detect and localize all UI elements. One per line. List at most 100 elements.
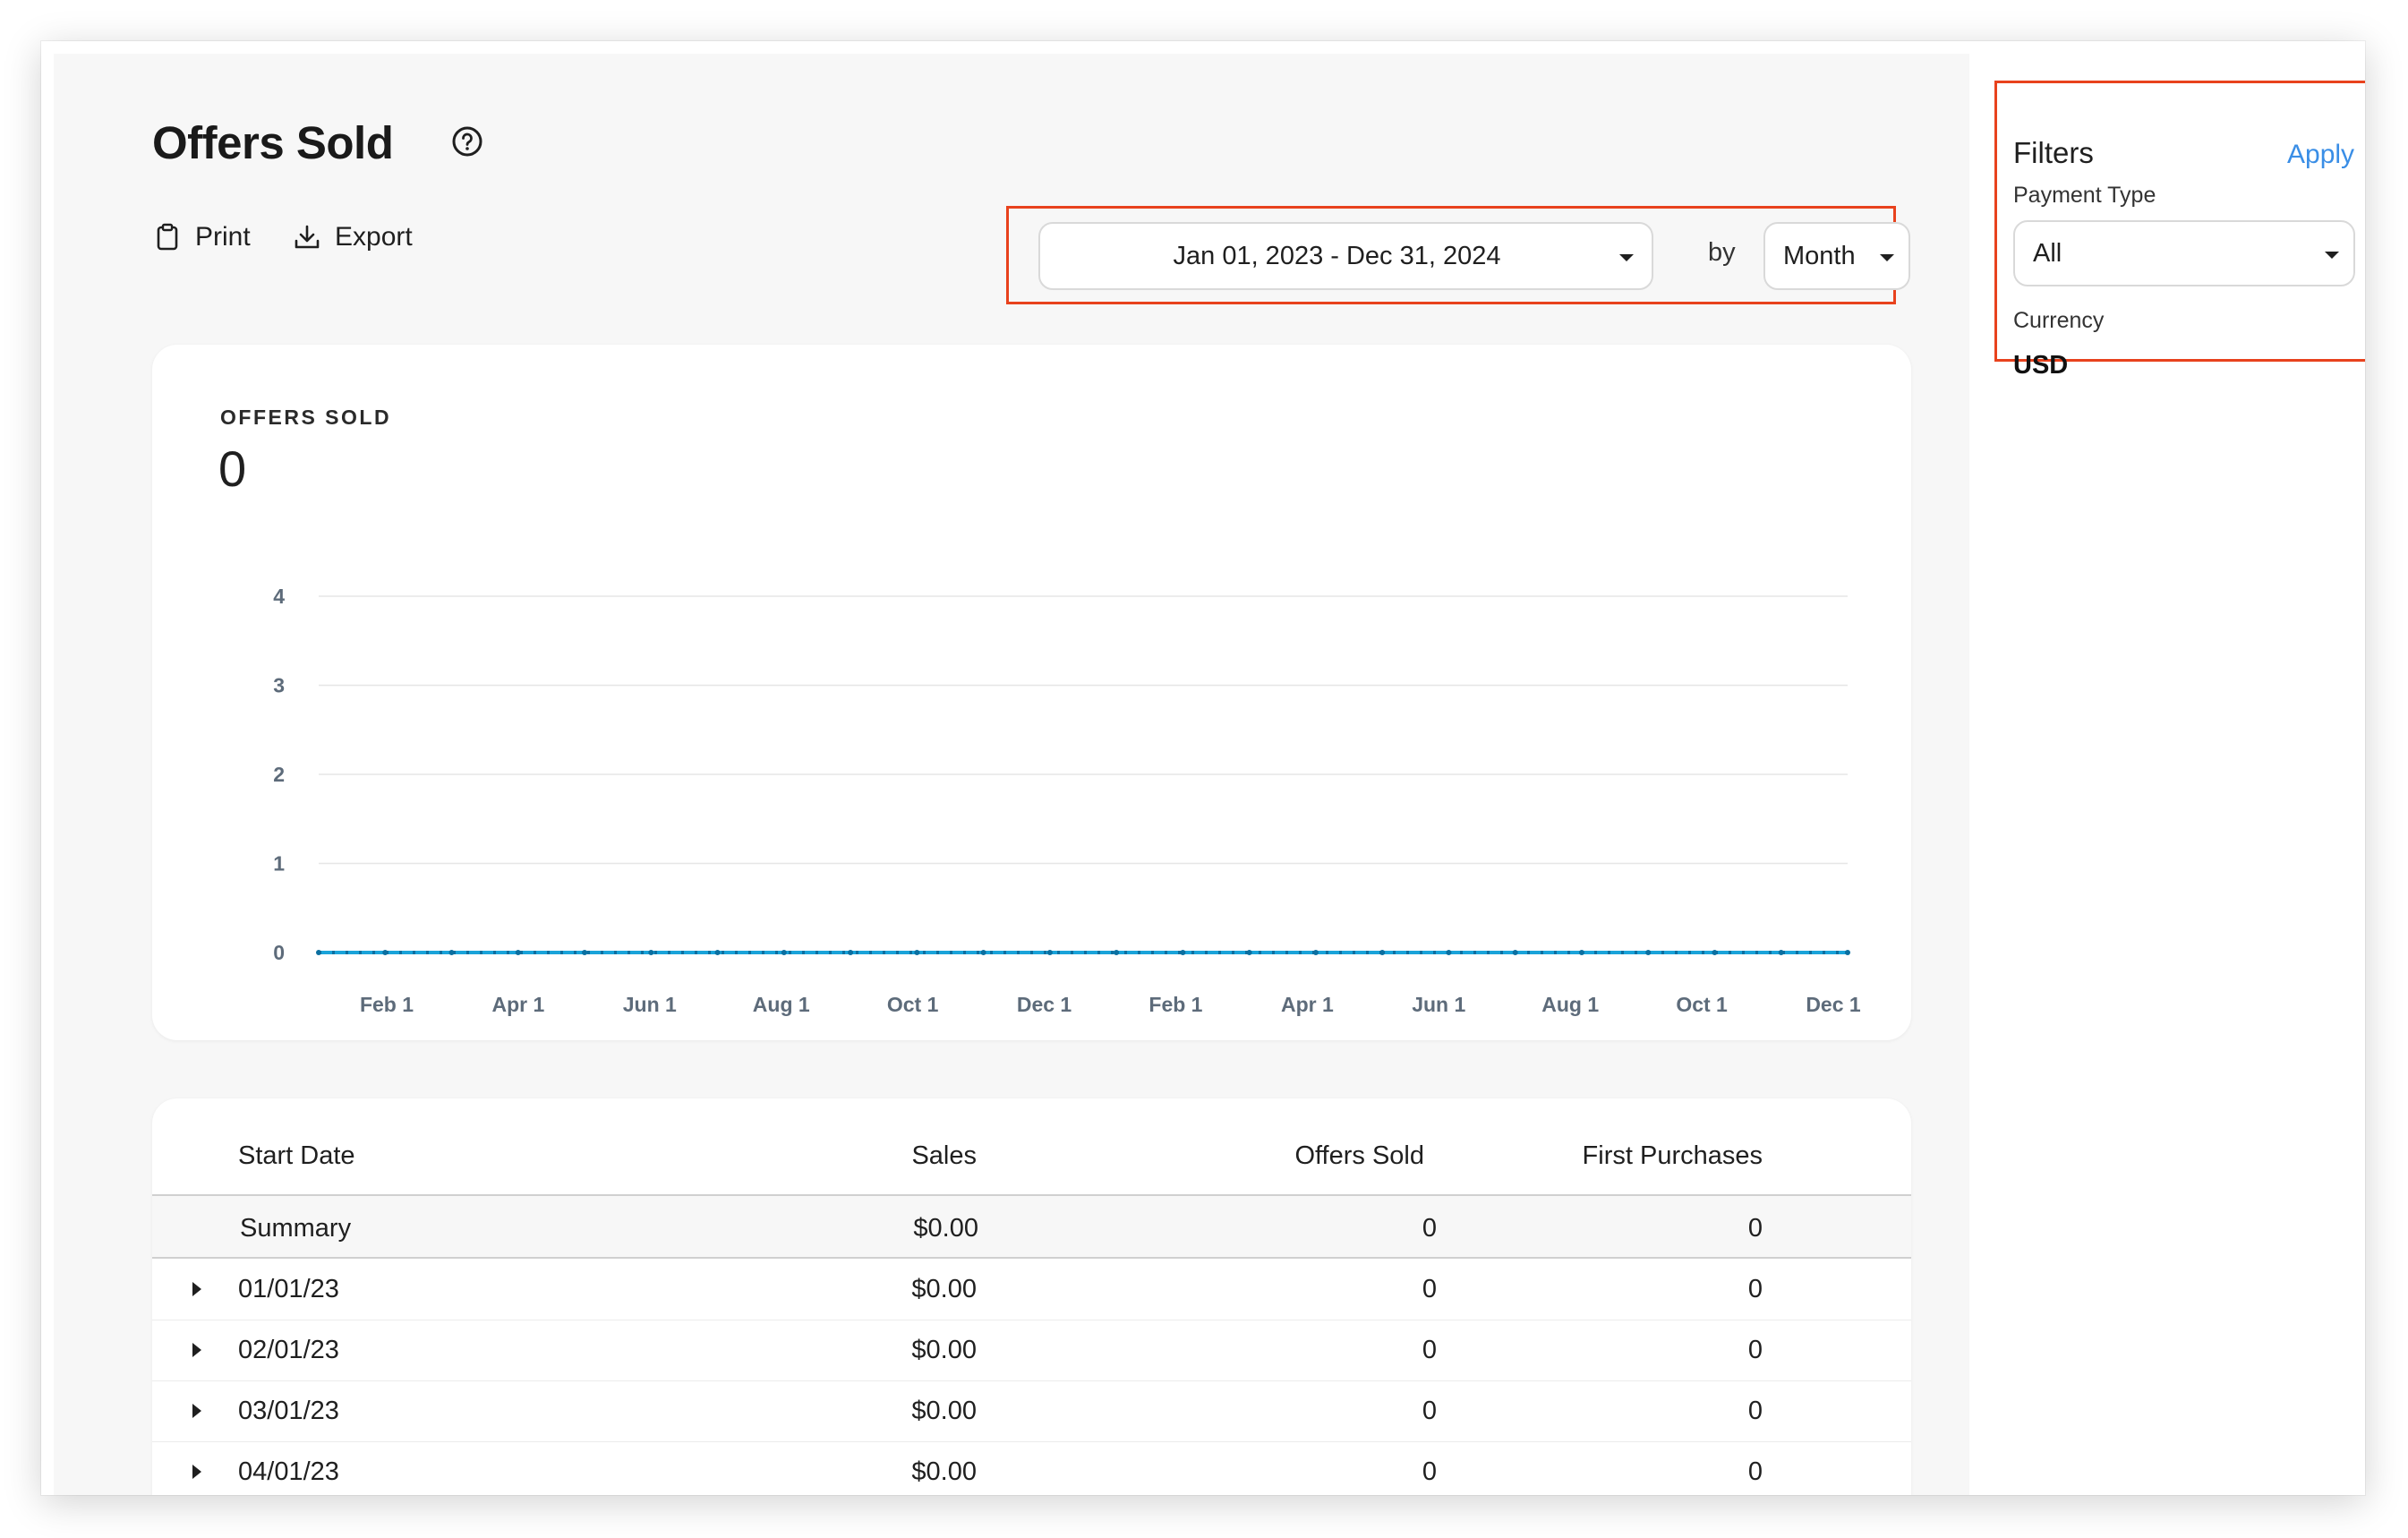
x-tick-label: Jun 1 [1412,993,1465,1016]
x-tick-label: Jun 1 [623,993,677,1016]
filters-title: Filters [2013,136,2094,169]
currency-label: Currency [2013,308,2105,333]
row-sales: $0.00 [911,1336,977,1364]
data-point[interactable] [648,950,654,955]
table-row[interactable]: 02/01/23 $0.00 0 0 [152,1320,1911,1381]
x-tick-label: Feb 1 [1148,993,1202,1016]
chevron-down-icon [2325,252,2339,259]
data-point[interactable] [1180,950,1186,955]
export-label: Export [335,222,413,252]
date-range-value: Jan 01, 2023 - Dec 31, 2024 [1173,241,1501,270]
x-tick-label: Aug 1 [1541,993,1599,1016]
data-point[interactable] [1312,950,1319,955]
col-header-offers-sold[interactable]: Offers Sold [1294,1141,1424,1171]
date-range-select[interactable]: Jan 01, 2023 - Dec 31, 2024 [1038,222,1653,290]
summary-row: Summary $0.00 0 0 [152,1196,1911,1259]
by-label: by [1708,238,1736,267]
row-first-purchases: 0 [1747,1275,1763,1303]
data-point[interactable] [382,950,389,955]
expand-arrow-icon[interactable] [192,1465,201,1479]
app-window: Offers Sold Print Export Jan 01, 2023 - … [41,41,2365,1495]
x-tick-label: Feb 1 [360,993,414,1016]
summary-offers-sold: 0 [1422,1214,1437,1243]
data-point[interactable] [1578,950,1584,955]
row-sales: $0.00 [911,1397,977,1425]
expand-arrow-icon[interactable] [192,1343,201,1357]
y-tick-label: 4 [273,585,285,608]
row-offers-sold: 0 [1422,1275,1437,1303]
data-point[interactable] [515,950,521,955]
apply-button[interactable]: Apply [2287,140,2354,170]
data-point[interactable] [714,950,721,955]
x-tick-label: Oct 1 [1676,993,1728,1016]
print-button[interactable]: Print [152,222,251,252]
payment-type-value: All [2033,238,2062,268]
row-start-date: 01/01/23 [238,1275,339,1303]
payment-type-select[interactable]: All [2013,220,2355,286]
data-point[interactable] [1246,950,1252,955]
y-tick-label: 1 [273,852,285,876]
data-point[interactable] [1114,950,1120,955]
data-point[interactable] [914,950,920,955]
chevron-down-icon [1619,254,1634,261]
x-tick-label: Aug 1 [753,993,810,1016]
row-offers-sold: 0 [1422,1457,1437,1486]
row-first-purchases: 0 [1747,1336,1763,1364]
summary-label: Summary [240,1214,352,1243]
row-offers-sold: 0 [1422,1336,1437,1364]
x-tick-label: Apr 1 [1281,993,1334,1016]
x-tick-label: Oct 1 [887,993,939,1016]
row-first-purchases: 0 [1747,1457,1763,1486]
row-sales: $0.00 [911,1275,977,1303]
expand-arrow-icon[interactable] [192,1404,201,1418]
data-point[interactable] [1379,950,1386,955]
y-tick-label: 3 [273,674,285,697]
expand-arrow-icon[interactable] [192,1282,201,1296]
data-point[interactable] [448,950,455,955]
data-point[interactable] [1712,950,1718,955]
y-tick-label: 0 [273,941,285,964]
x-tick-label: Apr 1 [492,993,545,1016]
data-point[interactable] [848,950,854,955]
row-start-date: 03/01/23 [238,1397,339,1425]
x-tick-label: Dec 1 [1017,993,1072,1016]
data-table: Start Date Sales Offers Sold First Purch… [152,1098,1911,1495]
currency-value: USD [2013,351,2069,380]
chart-card: OFFERS SOLD 0 0 1 2 3 4 Feb 1 Apr 1 Jun 1 Aug 1O… [152,345,1911,1040]
granularity-select[interactable]: Month [1763,222,1910,290]
data-point[interactable] [781,950,787,955]
row-start-date: 04/01/23 [238,1457,339,1486]
y-tick-label: 2 [273,763,285,786]
data-point[interactable] [1512,950,1518,955]
chevron-down-icon [1880,254,1894,261]
data-point[interactable] [1446,950,1452,955]
data-point[interactable] [1645,950,1652,955]
print-label: Print [195,222,251,252]
col-header-start-date[interactable]: Start Date [238,1141,355,1171]
row-first-purchases: 0 [1747,1397,1763,1425]
row-start-date: 02/01/23 [238,1336,339,1364]
page-title: Offers Sold [152,117,394,168]
data-point[interactable] [1778,950,1784,955]
main-panel: Offers Sold Print Export Jan 01, 2023 - … [54,54,1969,1495]
table-row[interactable]: 04/01/23 $0.00 0 0 [152,1441,1911,1495]
payment-type-label: Payment Type [2013,183,2156,208]
summary-first-purchases: 0 [1747,1214,1763,1243]
clipboard-icon [157,223,178,251]
summary-sales: $0.00 [913,1214,978,1243]
download-icon [295,225,320,249]
row-offers-sold: 0 [1422,1397,1437,1425]
data-point[interactable] [316,950,321,955]
col-header-sales[interactable]: Sales [911,1141,977,1171]
col-header-first-purchases[interactable]: First Purchases [1583,1141,1763,1171]
row-sales: $0.00 [911,1457,977,1486]
table-row[interactable]: 01/01/23 $0.00 0 0 [152,1259,1911,1320]
data-point[interactable] [1046,950,1053,955]
x-tick-label: Dec 1 [1806,993,1861,1016]
data-point[interactable] [980,950,986,955]
data-point[interactable] [582,950,588,955]
data-point[interactable] [1845,950,1850,955]
table-row[interactable]: 03/01/23 $0.00 0 0 [152,1380,1911,1442]
export-button[interactable]: Export [292,222,413,252]
help-icon[interactable] [449,124,485,159]
